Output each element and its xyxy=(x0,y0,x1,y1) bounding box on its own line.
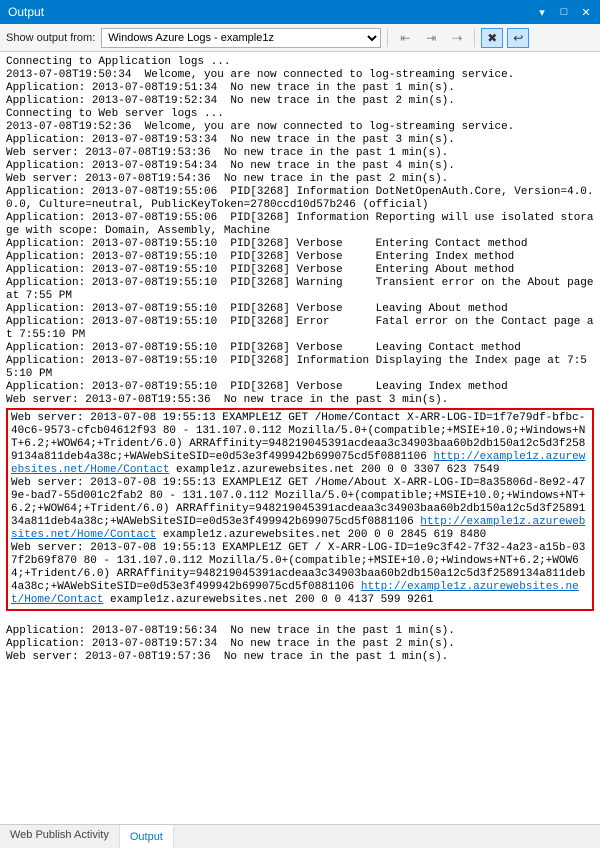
toggle-wrap-icon[interactable]: ↩ xyxy=(507,28,529,48)
separator xyxy=(387,29,388,47)
find-next-icon[interactable]: ⇥ xyxy=(420,28,442,48)
find-prev-icon[interactable]: ⇤ xyxy=(394,28,416,48)
window-controls: ▾ □ ✕ xyxy=(532,4,596,20)
clear-all-icon[interactable]: ✖ xyxy=(481,28,503,48)
close-icon[interactable]: ✕ xyxy=(576,4,596,20)
bottom-tabs: Web Publish Activity Output xyxy=(0,824,600,848)
show-output-label: Show output from: xyxy=(6,32,95,44)
titlebar: Output ▾ □ ✕ xyxy=(0,0,600,24)
find-icon[interactable]: ⇢ xyxy=(446,28,468,48)
maximize-icon[interactable]: □ xyxy=(554,4,574,20)
log-text-post: Application: 2013-07-08T19:56:34 No new … xyxy=(6,625,455,663)
separator xyxy=(474,29,475,47)
log-box-seg4: example1z.azurewebsites.net 200 0 0 4137… xyxy=(103,594,433,606)
output-source-select[interactable]: Windows Azure Logs - example1z xyxy=(101,28,381,48)
highlighted-log-block: Web server: 2013-07-08 19:55:13 EXAMPLE1… xyxy=(6,408,594,611)
toolbar: Show output from: Windows Azure Logs - e… xyxy=(0,24,600,52)
dropdown-icon[interactable]: ▾ xyxy=(532,4,552,20)
window-title: Output xyxy=(8,5,44,19)
log-text-pre: Connecting to Application logs ... 2013-… xyxy=(6,56,600,406)
tab-output[interactable]: Output xyxy=(120,825,174,848)
tab-web-publish[interactable]: Web Publish Activity xyxy=(0,825,120,848)
output-pane[interactable]: Connecting to Application logs ... 2013-… xyxy=(0,52,600,824)
